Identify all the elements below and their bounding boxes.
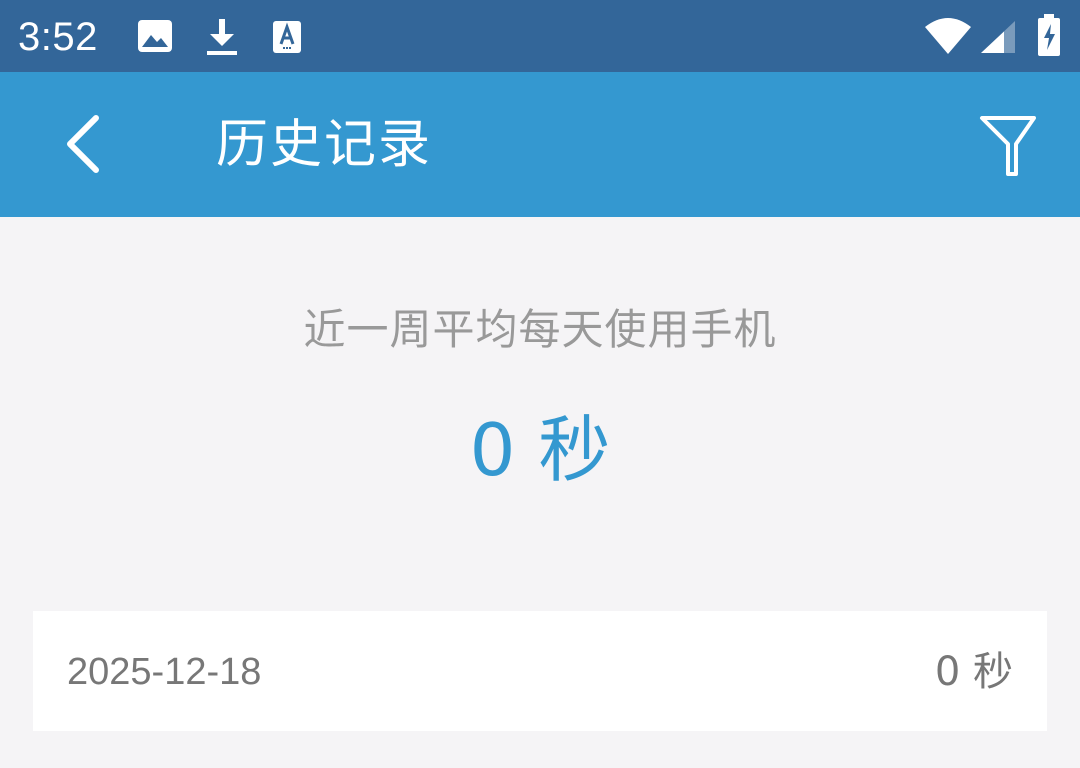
- status-bar: 3:52: [0, 0, 1080, 72]
- keyboard-a-icon: [272, 20, 302, 54]
- app-bar: 历史记录: [0, 72, 1080, 217]
- battery-charging-icon: [1036, 13, 1062, 57]
- status-time: 3:52: [18, 15, 98, 59]
- filter-icon: [980, 116, 1036, 176]
- back-button[interactable]: [40, 102, 124, 186]
- record-duration: 0 秒: [934, 649, 1013, 695]
- download-icon: [205, 17, 239, 57]
- chevron-left-icon: [67, 115, 99, 173]
- signal-icon: [980, 20, 1016, 54]
- record-date: 2025-12-18: [67, 651, 262, 693]
- history-record-row[interactable]: 2025-12-18 0 秒: [33, 611, 1047, 731]
- image-icon: [137, 18, 173, 54]
- page-title: 历史记录: [216, 115, 433, 175]
- wifi-icon: [924, 17, 972, 55]
- weekly-average-label: 近一周平均每天使用手机: [303, 305, 777, 354]
- filter-button[interactable]: [968, 106, 1052, 190]
- weekly-average-value: 0 秒: [469, 408, 611, 492]
